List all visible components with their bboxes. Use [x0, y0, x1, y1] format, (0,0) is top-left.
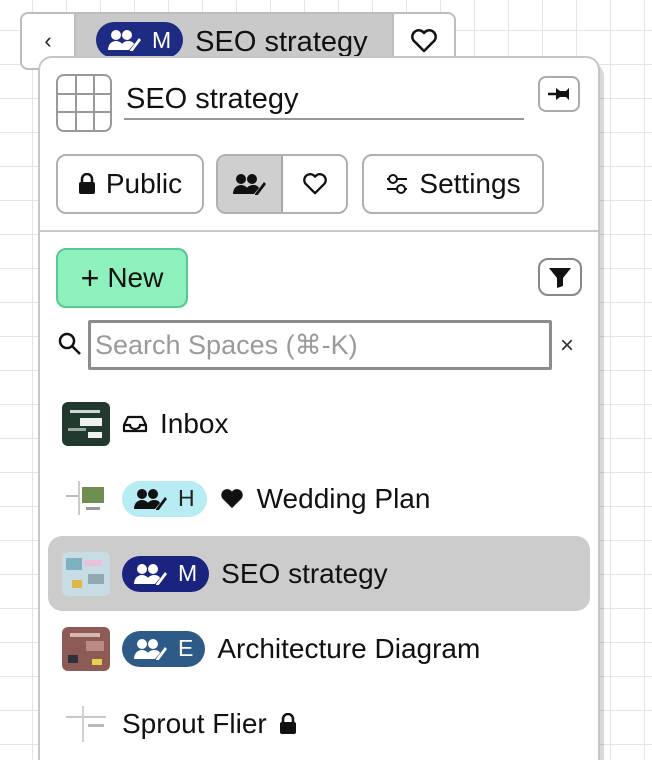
- heart-icon: [220, 488, 243, 508]
- collaborators-badge: M: [122, 555, 210, 592]
- inbox-icon: [122, 415, 148, 432]
- list-item[interactable]: H Wedding Plan: [48, 461, 590, 536]
- collaborators-toggle[interactable]: [218, 156, 283, 212]
- space-name-input[interactable]: [124, 80, 524, 120]
- divider: [40, 230, 598, 232]
- lock-icon: [78, 173, 95, 194]
- filter-button[interactable]: [538, 258, 582, 296]
- plus-icon: +: [80, 260, 100, 296]
- collaborator-initial: E: [178, 635, 194, 661]
- favorites-toggle[interactable]: [283, 156, 346, 212]
- new-label: New: [107, 262, 164, 293]
- space-thumbnail[interactable]: [56, 74, 112, 132]
- visibility-button[interactable]: Public: [56, 154, 204, 214]
- search-icon: [58, 332, 81, 355]
- chevron-left-icon: ‹: [44, 28, 52, 53]
- pin-button[interactable]: [538, 76, 580, 112]
- lock-icon: [279, 712, 296, 734]
- list-item[interactable]: Inbox: [48, 386, 590, 461]
- search-input[interactable]: [88, 320, 552, 370]
- list-item[interactable]: M SEO strategy: [48, 536, 590, 611]
- users-edit-icon: [134, 488, 167, 510]
- space-preview: [62, 476, 110, 521]
- list-item[interactable]: Sprout Flier: [48, 686, 590, 760]
- collaborators-badge: E: [122, 630, 206, 667]
- users-edit-icon: [134, 638, 167, 660]
- users-edit-icon: [134, 563, 167, 585]
- space-name: Architecture Diagram: [217, 632, 481, 664]
- space-name: SEO strategy: [221, 557, 388, 589]
- space-preview: [62, 401, 110, 446]
- settings-label: Settings: [419, 168, 521, 199]
- space-actions: Public Settings: [56, 154, 582, 214]
- space-name: Sprout Flier: [122, 707, 267, 739]
- visibility-label: Public: [105, 168, 183, 199]
- clear-search-button[interactable]: ×: [560, 332, 574, 360]
- collaborator-initial: H: [178, 485, 195, 511]
- collaborators-badge: H: [122, 480, 207, 517]
- settings-button[interactable]: Settings: [362, 154, 544, 214]
- heart-outline-icon: [411, 29, 437, 53]
- space-preview: [62, 551, 110, 596]
- collaborator-initial: M: [152, 26, 172, 53]
- pin-icon: [548, 88, 569, 100]
- heart-outline-icon: [302, 173, 327, 195]
- spaces-popover: Public: [38, 56, 600, 760]
- space-name: Wedding Plan: [256, 482, 431, 514]
- space-name: Inbox: [160, 407, 229, 439]
- view-toggle: [216, 154, 348, 214]
- sliders-icon: [387, 174, 408, 194]
- space-preview: [62, 626, 110, 671]
- space-preview: [62, 701, 110, 746]
- space-settings-header: [56, 74, 582, 134]
- collaborators-badge: M: [96, 22, 184, 58]
- collaborator-initial: M: [178, 560, 198, 586]
- spaces-list: Inbox H Wedding Plan M SEO strategy E Ar…: [48, 386, 590, 760]
- filter-icon: [549, 268, 571, 288]
- list-item[interactable]: E Architecture Diagram: [48, 611, 590, 686]
- users-edit-icon: [108, 30, 141, 51]
- users-edit-icon: [232, 174, 266, 195]
- new-space-button[interactable]: + New: [56, 248, 188, 308]
